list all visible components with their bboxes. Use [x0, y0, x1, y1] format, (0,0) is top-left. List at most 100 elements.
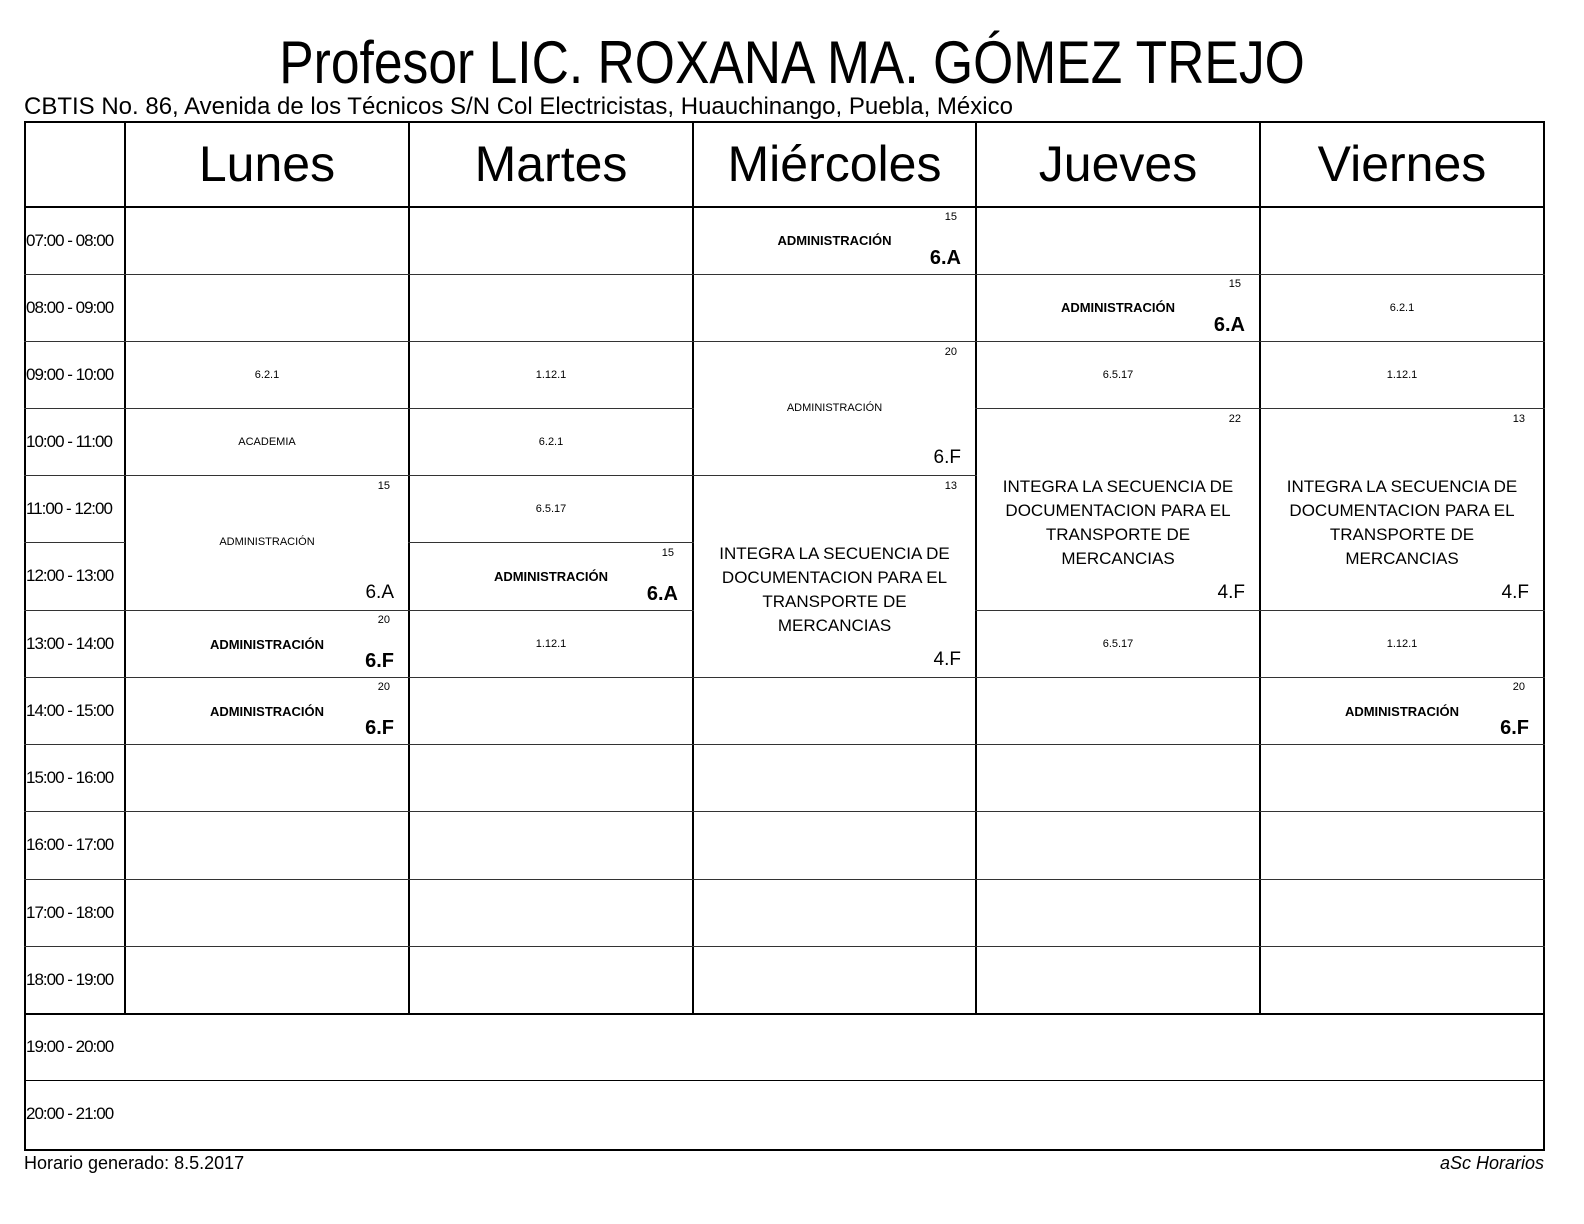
group: 6.A [646, 583, 678, 605]
subject: ADMINISTRACIÓN [493, 569, 609, 584]
lesson-cell[interactable]: 15 ADMINISTRACIÓN 6.A [977, 275, 1259, 341]
group: 6.F [933, 447, 961, 468]
row-divider [124, 946, 410, 947]
capacity: 20 [1512, 681, 1525, 693]
lesson-cell[interactable]: 20 ADMINISTRACIÓN 6.F [126, 678, 408, 744]
lesson-code: 6.5.17 [1102, 638, 1134, 650]
time-label: 20:00 - 21:00 [26, 1104, 114, 1123]
day-header-lunes: Lunes [198, 136, 336, 192]
lesson-code: 1.12.1 [1386, 369, 1418, 381]
row-divider [124, 274, 410, 275]
capacity: 15 [1228, 278, 1241, 290]
lesson-cell[interactable]: ACADEMIA [126, 409, 408, 475]
lesson-cell[interactable]: 6.5.17 [977, 611, 1259, 677]
row-divider [975, 744, 1261, 745]
time-label: 10:00 - 11:00 [26, 432, 113, 451]
lesson-cell[interactable]: 22 INTEGRA LA SECUENCIA DE DOCUMENTACION… [977, 409, 1259, 610]
subject: INTEGRA LA SECUENCIA DE DOCUMENTACION PA… [1002, 477, 1234, 568]
lesson-cell[interactable]: 1.12.1 [410, 342, 692, 408]
time-label: 19:00 - 20:00 [26, 1037, 114, 1056]
row-divider [408, 744, 694, 745]
lesson-code: 1.12.1 [1386, 638, 1418, 650]
row-divider [124, 879, 410, 880]
time-label: 13:00 - 14:00 [26, 634, 114, 653]
time-label: 09:00 - 10:00 [26, 365, 114, 384]
lesson-cell[interactable]: 20 ADMINISTRACIÓN 6.F [1261, 678, 1543, 744]
group: 6.F [365, 650, 394, 672]
lesson-code: 6.2.1 [538, 436, 564, 448]
capacity: 15 [944, 211, 957, 223]
lesson-cell[interactable]: 20 ADMINISTRACIÓN 6.F [694, 342, 975, 475]
time-label: 07:00 - 08:00 [26, 231, 114, 250]
lesson-cell[interactable]: 6.5.17 [977, 342, 1259, 408]
capacity: 20 [377, 614, 390, 626]
capacity: 15 [377, 480, 390, 492]
time-label: 18:00 - 19:00 [26, 970, 114, 989]
capacity: 20 [377, 681, 390, 693]
row-divider [975, 946, 1261, 947]
capacity: 13 [1512, 413, 1525, 425]
lesson-code: 6.5.17 [1102, 369, 1134, 381]
group: 4.F [1501, 582, 1529, 603]
lesson-code: 6.2.1 [1389, 302, 1415, 314]
lesson-code: 6.2.1 [254, 369, 280, 381]
lesson-cell[interactable]: 6.2.1 [410, 409, 692, 475]
row-divider [1259, 946, 1545, 947]
row-divider [692, 811, 977, 812]
subject: ADMINISTRACIÓN [786, 402, 883, 414]
row-divider [1259, 879, 1545, 880]
row-divider [692, 274, 977, 275]
lesson-cell[interactable]: 6.2.1 [1261, 275, 1543, 341]
lesson-cell[interactable]: 20 ADMINISTRACIÓN 6.F [126, 611, 408, 677]
lesson-code: 1.12.1 [535, 369, 567, 381]
time-label: 17:00 - 18:00 [26, 903, 114, 922]
subject: INTEGRA LA SECUENCIA DE DOCUMENTACION PA… [1286, 477, 1518, 568]
row-divider [975, 811, 1261, 812]
generated-date: Horario generado: 8.5.2017 [24, 1153, 245, 1173]
row-divider [408, 879, 694, 880]
capacity: 15 [661, 547, 674, 559]
row-divider [124, 744, 410, 745]
lesson-cell[interactable]: 15 ADMINISTRACIÓN 6.A [126, 476, 408, 610]
row-divider [692, 744, 977, 745]
group: 6.A [365, 582, 394, 603]
row-divider [692, 677, 977, 678]
lesson-cell[interactable]: 6.5.17 [410, 476, 692, 542]
school-address: CBTIS No. 86, Avenida de los Técnicos S/… [24, 93, 1013, 120]
lesson-cell[interactable]: 15 ADMINISTRACIÓN 6.A [410, 543, 692, 610]
lesson-cell[interactable]: 13 INTEGRA LA SECUENCIA DE DOCUMENTACION… [1261, 409, 1543, 610]
group: 6.F [365, 717, 394, 739]
lesson-cell[interactable]: 1.12.1 [1261, 342, 1543, 408]
time-label: 15:00 - 16:00 [26, 768, 114, 787]
row-divider [692, 879, 977, 880]
row-divider [408, 811, 694, 812]
group: 4.F [933, 649, 961, 670]
group: 6.F [1500, 717, 1529, 739]
lesson-cell[interactable]: 1.12.1 [410, 611, 692, 677]
row-divider [124, 811, 410, 812]
day-header-miercoles: Miércoles [727, 136, 942, 192]
row-divider [408, 677, 694, 678]
time-label: 12:00 - 13:00 [26, 566, 114, 585]
group: 6.A [1213, 314, 1245, 336]
subject: ADMINISTRACIÓN [777, 233, 892, 248]
capacity: 20 [944, 346, 957, 358]
subject: INTEGRA LA SECUENCIA DE DOCUMENTACION PA… [719, 544, 950, 635]
row-divider [24, 1080, 1545, 1081]
row-divider [408, 274, 694, 275]
row-divider [975, 677, 1261, 678]
time-label: 14:00 - 15:00 [26, 701, 114, 720]
row-divider [975, 879, 1261, 880]
lesson-cell[interactable]: 15 ADMINISTRACIÓN 6.A [694, 208, 975, 274]
lesson-code: ACADEMIA [238, 436, 296, 448]
lesson-cell[interactable]: 6.2.1 [126, 342, 408, 408]
row-divider [1259, 744, 1545, 745]
group: 4.F [1217, 582, 1245, 603]
time-label: 11:00 - 12:00 [26, 499, 113, 518]
lesson-cell[interactable]: 13 INTEGRA LA SECUENCIA DE DOCUMENTACION… [694, 476, 975, 677]
subject: ADMINISTRACIÓN [1060, 300, 1176, 315]
brand-label: aSc Horarios [1439, 1153, 1544, 1173]
lesson-cell[interactable]: 1.12.1 [1261, 611, 1543, 677]
day-header-martes: Martes [474, 136, 628, 192]
row-divider [408, 946, 694, 947]
